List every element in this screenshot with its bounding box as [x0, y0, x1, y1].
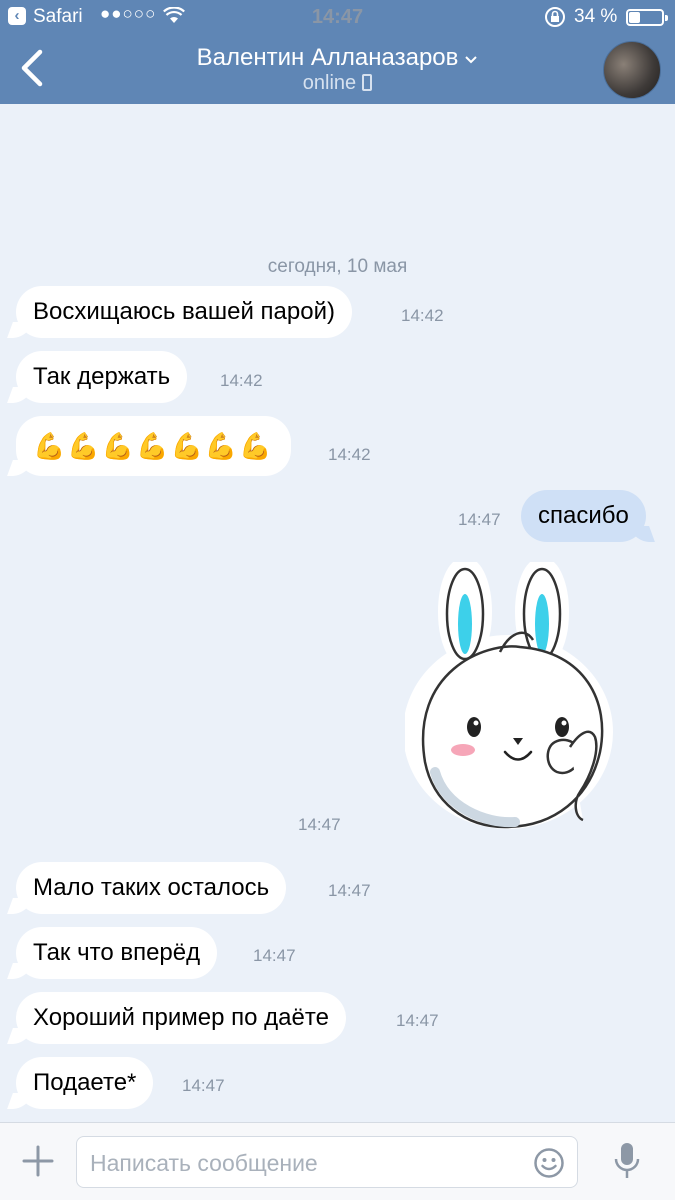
message-time: 14:47	[182, 1076, 225, 1095]
message-bubble-incoming[interactable]: Так держать	[16, 351, 188, 403]
message-time: 14:47	[458, 510, 501, 529]
message-bubble-incoming[interactable]: 💪💪💪💪💪💪💪	[16, 416, 291, 476]
status-bar: ‹ Safari ●●○○○ 14:47 34 %	[0, 0, 675, 34]
message-bubble-outgoing[interactable]: спасибо	[521, 490, 646, 542]
microphone-icon[interactable]	[612, 1141, 642, 1181]
message-bubble-incoming[interactable]: Восхищаюсь вашей парой)	[16, 286, 352, 338]
message-bubble-incoming[interactable]: Подаете*	[16, 1057, 154, 1109]
chat-title[interactable]: Валентин Алланазаров	[0, 44, 675, 72]
message-input-field[interactable]	[76, 1136, 578, 1188]
battery-fill	[629, 12, 640, 23]
message-input[interactable]	[90, 1147, 520, 1179]
smile-icon[interactable]	[533, 1147, 565, 1179]
contact-name: Валентин Алланазаров	[196, 44, 459, 71]
message-time: 14:47	[253, 946, 296, 965]
message-time: 14:42	[220, 371, 263, 390]
orientation-lock-icon	[544, 6, 566, 34]
plus-icon[interactable]	[18, 1141, 58, 1181]
message-bubble-incoming[interactable]: Так что вперёд	[16, 927, 218, 979]
message-composer	[0, 1122, 675, 1200]
top-bar: ‹ Safari ●●○○○ 14:47 34 % Валентин Аллан…	[0, 0, 675, 104]
message-time: 14:47	[298, 815, 341, 834]
avatar[interactable]	[603, 41, 661, 99]
date-separator: сегодня, 10 мая	[267, 256, 408, 277]
message-bubble-incoming[interactable]: Хороший пример по даёте	[16, 992, 346, 1044]
message-time: 14:47	[396, 1011, 439, 1030]
presence-label: online	[302, 72, 357, 94]
bunny-ok-sticker[interactable]	[403, 557, 620, 842]
message-time: 14:42	[328, 445, 371, 464]
message-time: 14:47	[328, 881, 371, 900]
presence-status: online	[0, 72, 675, 95]
battery-percent: 34 %	[574, 6, 618, 27]
message-list[interactable]: сегодня, 10 мая Восхищаюсь вашей парой) …	[0, 104, 675, 1122]
mobile-phone-icon	[362, 74, 373, 91]
chevron-down-icon	[464, 44, 478, 72]
message-bubble-incoming[interactable]: Мало таких осталось	[16, 862, 287, 914]
battery-icon	[626, 9, 668, 26]
message-time: 14:42	[401, 306, 444, 325]
